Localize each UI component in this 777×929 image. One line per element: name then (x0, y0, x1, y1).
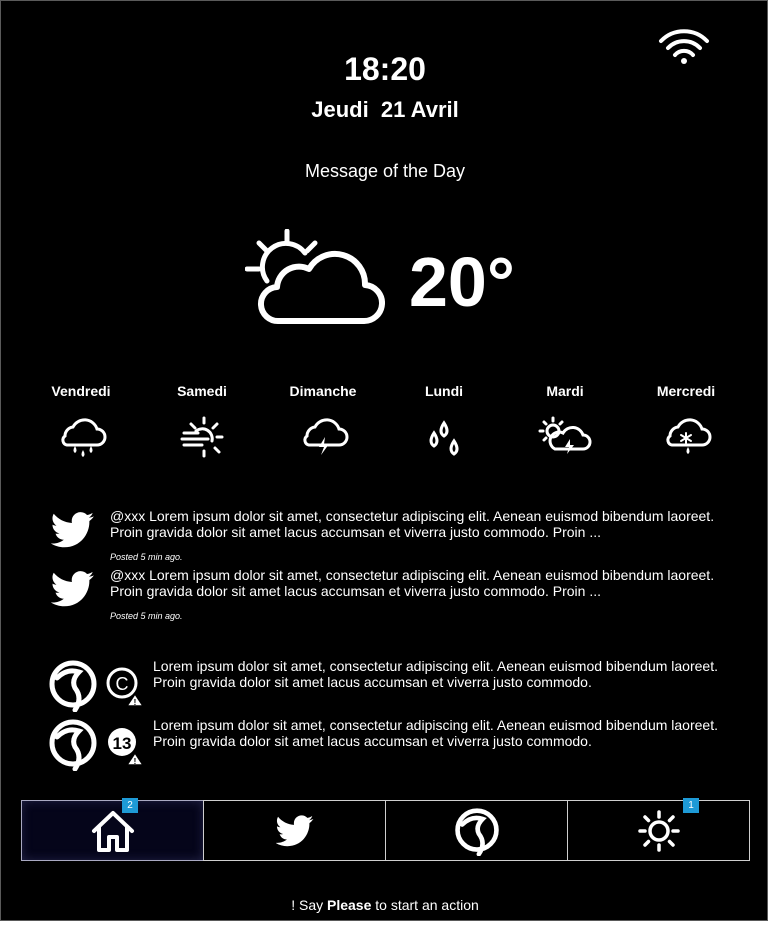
twitter-icon (51, 512, 94, 548)
hint-suffix: to start an action (371, 897, 479, 913)
nav-twitter-button[interactable] (203, 800, 386, 861)
forecast-day: Lundi (384, 383, 504, 459)
clock-time: 18:20 (344, 51, 426, 87)
notification-badge: 2 (122, 798, 138, 813)
forecast-day: Mercredi (626, 383, 746, 459)
forecast-day-label: Lundi (424, 383, 464, 399)
voice-hint: ! Say Please to start an action (1, 897, 767, 913)
svg-text:!: ! (134, 698, 137, 707)
cloud-snow-icon (666, 418, 712, 454)
forecast-day: Samedi (142, 383, 262, 459)
nav-weather-button[interactable]: 1 (567, 798, 750, 861)
transit-logo-icon (49, 660, 97, 712)
line-number: 13 (113, 734, 132, 753)
bottom-nav: 2 1 (21, 798, 750, 862)
forecast-day-label: Dimanche (289, 383, 357, 399)
cloud-lightning-icon (303, 418, 349, 455)
tweet-text: @xxx Lorem ipsum dolor sit amet, consect… (110, 567, 715, 599)
transit-alert-item[interactable]: 13 ! Lorem ipsum dolor sit amet, consect… (45, 717, 735, 773)
twitter-icon (51, 571, 94, 607)
transit-logo-icon (454, 807, 499, 856)
clock-date: Jeudi 21 Avril (311, 97, 459, 122)
transit-alert-text: Lorem ipsum dolor sit amet, consectetur … (153, 658, 718, 690)
transit-alert-text: Lorem ipsum dolor sit amet, consectetur … (153, 717, 718, 749)
nav-home-button[interactable]: 2 (21, 798, 204, 861)
forecast-day-label: Vendredi (51, 383, 111, 399)
sun-cloud-lightning-icon (538, 416, 592, 454)
tweet-timestamp: Posted 5 min ago. (110, 552, 183, 562)
partly-cloudy-icon (245, 229, 385, 325)
home-icon (91, 810, 134, 852)
hint-keyword: Please (327, 897, 372, 913)
transit-alert-item[interactable]: C ! Lorem ipsum dolor sit amet, consecte… (45, 658, 735, 714)
tweet-item[interactable]: @xxx Lorem ipsum dolor sit amet, consect… (51, 508, 731, 568)
message-of-the-day: Message of the Day (304, 161, 466, 181)
svg-text:!: ! (134, 757, 137, 766)
rain-drops-icon (429, 420, 459, 456)
sun-fog-icon (180, 416, 224, 458)
forecast-day-label: Samedi (177, 383, 227, 399)
forecast-day: Mardi (505, 383, 625, 459)
current-temperature: 20° (409, 243, 515, 321)
transit-logo-icon (49, 719, 97, 771)
screen: 18:20 Jeudi 21 Avril Message of the Day … (0, 0, 768, 921)
forecast-day: Vendredi (21, 383, 141, 459)
tweet-text: @xxx Lorem ipsum dolor sit amet, consect… (110, 508, 715, 540)
nav-transit-button[interactable] (385, 800, 568, 861)
notification-badge: 1 (683, 798, 699, 813)
forecast-day-label: Mercredi (656, 383, 716, 399)
sun-icon (637, 809, 680, 852)
metro-line-badge: 13 ! (108, 728, 145, 766)
rer-line-badge: C ! (106, 667, 145, 707)
forecast-day-label: Mardi (546, 383, 584, 399)
hint-prefix: ! Say (291, 897, 327, 913)
tweet-item[interactable]: @xxx Lorem ipsum dolor sit amet, consect… (51, 567, 731, 627)
tweet-timestamp: Posted 5 min ago. (110, 611, 183, 621)
line-number: C (116, 674, 129, 694)
forecast-day: Dimanche (263, 383, 383, 459)
cloud-rain-icon (61, 418, 107, 457)
twitter-icon (275, 814, 313, 846)
